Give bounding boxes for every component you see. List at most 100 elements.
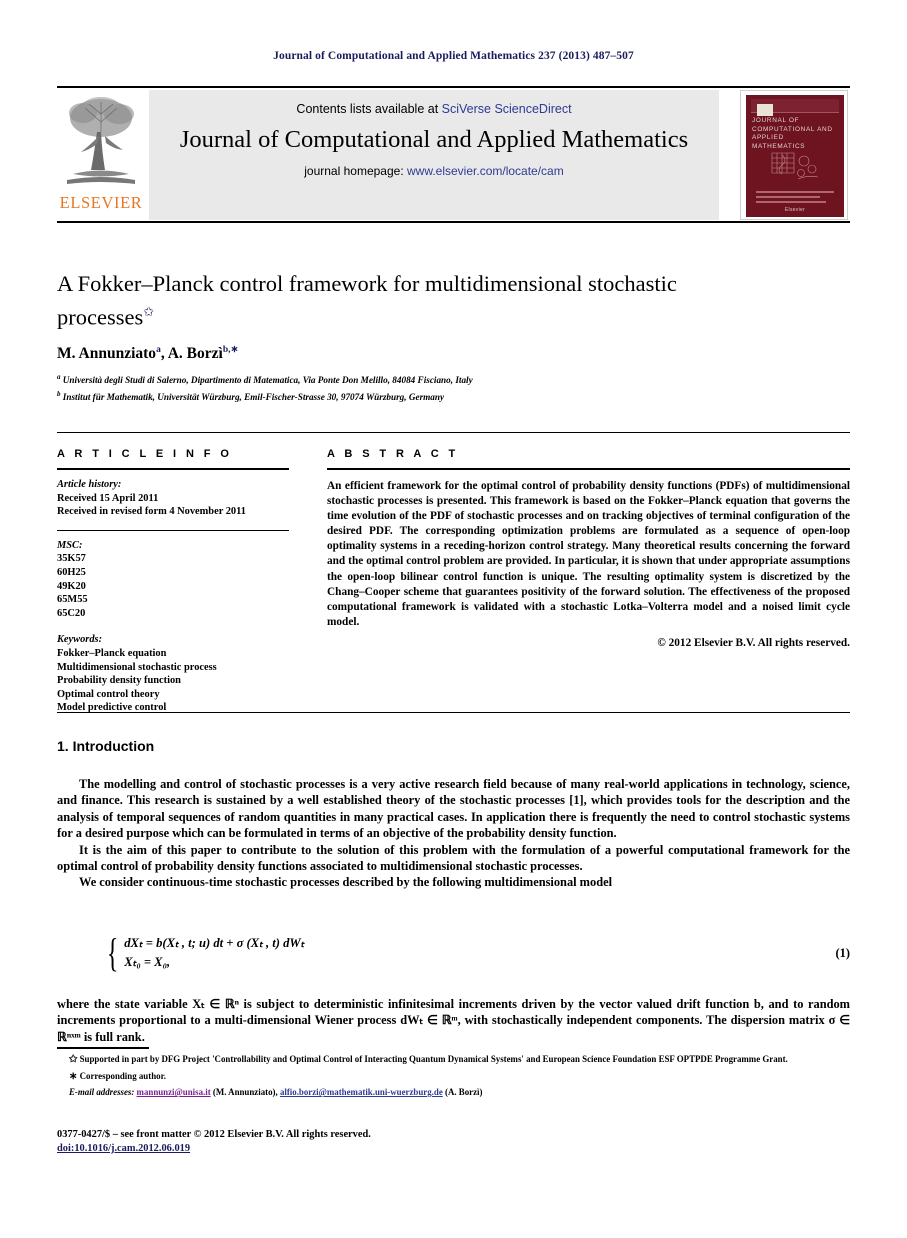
email-owner-2: (A. Borzì)	[444, 1087, 483, 1098]
msc-item: 60H25	[57, 566, 86, 578]
elsevier-logo: ELSEVIER	[57, 92, 145, 218]
keyword-item: Probability density function	[57, 675, 181, 687]
equation-number: (1)	[835, 945, 850, 960]
author-affiliation-marker-b[interactable]: b,	[223, 345, 231, 355]
info-block-bottom-rule	[57, 712, 850, 713]
abstract-text: An efficient framework for the optimal c…	[327, 480, 850, 628]
journal-homepage-label: journal homepage:	[304, 164, 407, 178]
footnotes: ✩ Supported in part by DFG Project 'Cont…	[57, 1053, 847, 1102]
msc-item: 65C20	[57, 607, 86, 619]
footnote-grant-marker: ✩	[69, 1054, 78, 1065]
imprint-block: 0377-0427/$ – see front matter © 2012 El…	[57, 1128, 847, 1156]
footnote-emails: E-mail addresses: mannunzi@unisa.it (M. …	[69, 1087, 483, 1098]
journal-homepage-link[interactable]: www.elsevier.com/locate/cam	[407, 164, 564, 178]
author-name-2: A. Borzì	[167, 345, 223, 363]
msc-divider-rule	[57, 529, 289, 531]
cover-title: JOURNAL OF COMPUTATIONAL AND APPLIED MAT…	[752, 117, 833, 150]
footnote-rule	[57, 1047, 149, 1049]
corresponding-author-marker[interactable]: ∗	[231, 345, 239, 355]
email-addresses-label: E-mail addresses:	[69, 1087, 135, 1098]
paragraph: where the state variable Xₜ ∈ ℝⁿ is subj…	[57, 997, 850, 1044]
msc-label: MSC:	[57, 539, 83, 551]
footnote-corresponding: ∗ Corresponding author.	[57, 1070, 847, 1084]
keywords-label: Keywords:	[57, 634, 103, 646]
keywords-block: Keywords: Fokker–Planck equation Multidi…	[57, 633, 289, 715]
author-list: M. Annunziatoa, A. Borzìb,∗	[57, 345, 239, 363]
masthead-banner: Contents lists available at SciVerse Sci…	[149, 90, 719, 220]
cover-elsevier-icon	[757, 104, 773, 116]
article-history-label: Article history:	[57, 479, 122, 490]
msc-list: 35K57 60H25 49K20 65M55 65C20	[57, 552, 289, 620]
masthead-top-rule	[57, 86, 850, 88]
journal-cover-thumbnail[interactable]: JOURNAL OF COMPUTATIONAL AND APPLIED MAT…	[740, 90, 848, 220]
sciencedirect-link[interactable]: SciVerse ScienceDirect	[442, 102, 572, 116]
equation-1-block: { dXₜ = b(Xₜ , t; u) dt + σ (Xₜ , t) dWₜ…	[57, 933, 850, 973]
msc-item: 65M55	[57, 594, 88, 606]
article-title-text: A Fokker–Planck control framework for mu…	[57, 271, 677, 330]
email-link-2[interactable]: alfio.borzi@mathematik.uni-wuerzburg.de	[280, 1087, 443, 1097]
abstract-heading: A B S T R A C T	[327, 448, 459, 460]
msc-item: 35K57	[57, 553, 86, 565]
keywords-list: Fokker–Planck equation Multidimensional …	[57, 647, 289, 715]
article-history-revised: Received in revised form 4 November 2011	[57, 506, 246, 518]
footnote-corresponding-marker: ∗	[69, 1070, 78, 1082]
article-info-rule	[57, 468, 289, 470]
abstract-column: A B S T R A C T An efficient framework f…	[327, 448, 850, 649]
running-head: Journal of Computational and Applied Mat…	[273, 50, 634, 62]
paragraph: We consider continuous-time stochastic p…	[79, 875, 613, 890]
info-block-top-rule	[57, 432, 850, 433]
author-name-1: M. Annunziato	[57, 345, 157, 363]
footnote-grant-text: Supported in part by DFG Project 'Contro…	[79, 1054, 788, 1064]
equation-brace: {	[106, 930, 119, 975]
msc-block: MSC: 35K57 60H25 49K20 65M55 65C20	[57, 539, 289, 621]
affiliation-marker-a: a	[57, 373, 61, 381]
doi-link[interactable]: doi:10.1016/j.cam.2012.06.019	[57, 1142, 847, 1156]
cover-subtitle-lines	[756, 191, 834, 206]
equation-lines: dXₜ = b(Xₜ , t; u) dt + σ (Xₜ , t) dWₜ X…	[124, 934, 304, 972]
paragraph: It is the aim of this paper to contribut…	[57, 842, 850, 874]
cover-artwork: JOURNAL OF COMPUTATIONAL AND APPLIED MAT…	[746, 95, 844, 217]
equation-line-1: dXₜ = b(Xₜ , t; u) dt + σ (Xₜ , t) dWₜ	[124, 936, 305, 950]
keyword-item: Multidimensional stochastic process	[57, 661, 217, 673]
keyword-item: Fokker–Planck equation	[57, 647, 167, 659]
affiliation-marker-b: b	[57, 389, 61, 398]
contents-available-line: Contents lists available at SciVerse Sci…	[149, 102, 719, 116]
footnote-grant: ✩ Supported in part by DFG Project 'Cont…	[57, 1053, 847, 1067]
affiliations: a Università degli Studi di Salerno, Dip…	[57, 371, 837, 404]
email-link-1[interactable]: mannunzi@unisa.it	[137, 1087, 211, 1097]
grid-graph-icon	[771, 152, 819, 180]
author-affiliation-marker-a[interactable]: a	[156, 345, 161, 355]
equation-line-2: Xₜ₀ = X₀,	[124, 955, 171, 969]
email-owner-1: (M. Annunziato)	[212, 1087, 276, 1098]
introduction-body-continued: where the state variable Xₜ ∈ ℝⁿ is subj…	[57, 996, 850, 1045]
abstract-copyright: © 2012 Elsevier B.V. All rights reserved…	[657, 636, 850, 649]
title-footnote-marker[interactable]: ✩	[143, 304, 154, 319]
page-title: A Fokker–Planck control framework for mu…	[57, 270, 757, 332]
contents-available-label: Contents lists available at	[296, 102, 442, 116]
journal-article-page: Journal of Computational and Applied Mat…	[0, 0, 907, 1238]
elsevier-tree-icon	[67, 97, 135, 184]
introduction-body: The modelling and control of stochastic …	[57, 776, 850, 891]
msc-item: 49K20	[57, 580, 86, 592]
paragraph: The modelling and control of stochastic …	[57, 777, 850, 841]
article-history-received: Received 15 April 2011	[57, 492, 159, 504]
keyword-item: Optimal control theory	[57, 688, 160, 700]
affiliation-a-text: Università degli Studi di Salerno, Dipar…	[62, 375, 473, 386]
elsevier-wordmark: ELSEVIER	[59, 193, 143, 212]
section-heading-introduction: 1. Introduction	[57, 738, 155, 754]
cover-footer: Elsevier	[784, 207, 806, 213]
footnote-corresponding-text: Corresponding author.	[79, 1070, 166, 1081]
journal-title: Journal of Computational and Applied Mat…	[179, 126, 689, 153]
abstract-rule	[327, 468, 850, 470]
masthead-bottom-rule	[57, 221, 850, 223]
journal-homepage-line: journal homepage: www.elsevier.com/locat…	[149, 164, 719, 178]
article-info-column: A R T I C L E I N F O Article history: R…	[57, 448, 289, 715]
masthead: ELSEVIER Contents lists available at Sci…	[57, 90, 850, 220]
front-matter-line: 0377-0427/$ – see front matter © 2012 El…	[57, 1129, 371, 1140]
affiliation-b: b Institut für Mathematik, Universität W…	[57, 388, 837, 405]
cover-top-bar	[751, 99, 839, 116]
article-info-heading: A R T I C L E I N F O	[57, 448, 233, 460]
article-history: Article history: Received 15 April 2011 …	[57, 478, 289, 519]
affiliation-b-text: Institut für Mathematik, Universität Wür…	[62, 391, 445, 402]
affiliation-a: a Università degli Studi di Salerno, Dip…	[57, 371, 837, 388]
